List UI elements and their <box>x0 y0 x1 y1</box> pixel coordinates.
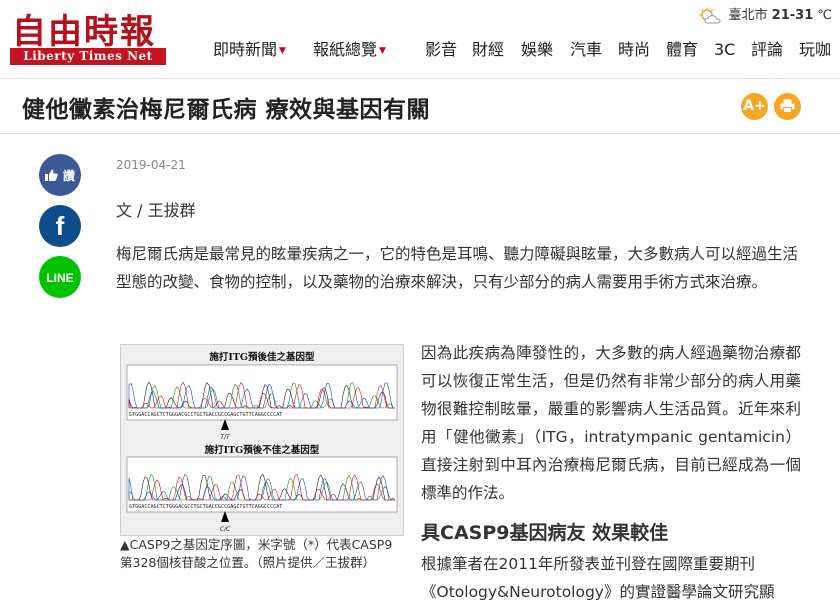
article-title: 健他黴素治梅尼爾氏病 療效與基因有關 <box>22 97 431 123</box>
weather-widget[interactable]: 臺北市 21-31 ℃ <box>698 4 832 25</box>
site-header: 自由時報 Liberty Times Net 即時新聞 ▼ 報紙總覽 ▼ 影音 財經… <box>0 0 840 79</box>
facebook-icon: f <box>55 211 65 241</box>
font-size-label: A+ <box>743 98 766 114</box>
weather-city: 臺北市 <box>728 8 768 23</box>
nav-item-finance[interactable]: 財經 <box>472 38 504 62</box>
like-label: 讚 <box>63 169 76 183</box>
article-figure: 施打ITG預後佳之基因型 GTGGACCAGCTCTGGGACGCCTGCTGA… <box>116 340 406 592</box>
nav-item-video[interactable]: 影音 <box>425 38 457 62</box>
thumbs-up-icon <box>44 169 58 181</box>
weather-unit: ℃ <box>817 8 832 23</box>
facebook-like-button[interactable]: 讚 <box>39 154 81 196</box>
figure-caption: ▲CASP9之基因定序圖，米字號（*）代表CASP9第328個核苷酸之位置。（照… <box>120 537 393 570</box>
sequence-bottom: GTGGACCAGCTCTGGGACGCCTGCTGACCGCCGAGCTGTT… <box>129 504 282 510</box>
genotype-mark-bottom: C/C <box>220 526 231 533</box>
arrow-icon <box>221 511 229 522</box>
sequence-top: GTGGACCAGCTCTGGGACGCCTGCTGACCGCCGAGCTGTT… <box>129 412 282 418</box>
line-icon: LINE <box>46 271 74 285</box>
chromatogram-label-top: 施打ITG預後佳之基因型 <box>209 351 315 363</box>
nav-item-realtime[interactable]: 即時新聞 ▼ <box>213 38 286 63</box>
logo-english: Liberty Times Net <box>10 48 166 65</box>
nav-item-entertainment[interactable]: 娛樂 <box>521 38 553 62</box>
nav-item-fashion[interactable]: 時尚 <box>618 38 650 62</box>
line-share-button[interactable]: LINE <box>39 256 81 298</box>
nav-item-opinion[interactable]: 評論 <box>751 38 783 62</box>
site-logo[interactable]: 自由時報 Liberty Times Net <box>10 4 168 66</box>
article-subheading: 具CASP9基因病友 效果較佳 <box>421 522 669 544</box>
gene-sequencing-image[interactable]: 施打ITG預後佳之基因型 GTGGACCAGCTCTGGGACGCCTGCTGA… <box>120 344 404 536</box>
chromatogram-label-bottom: 施打ITG預後不佳之基因型 <box>205 444 320 456</box>
nav-item-playing[interactable]: 玩咖 <box>799 38 831 62</box>
weather-temp: 21-31 <box>771 8 814 23</box>
printer-icon <box>780 99 795 113</box>
article-paragraph: 因為此疾病為陣發性的，大多數的病人經過藥物治療都可以恢復正常生活，但是仍然有非常… <box>421 344 801 502</box>
partly-sunny-icon <box>699 7 721 23</box>
nav-item-newspaper[interactable]: 報紙總覽 ▼ <box>313 38 386 63</box>
font-size-button[interactable]: A+ <box>741 93 768 120</box>
nav-item-sports[interactable]: 體育 <box>666 38 698 62</box>
dropdown-arrow-icon: ▼ <box>379 45 386 56</box>
nav-item-3c[interactable]: 3C <box>714 38 735 62</box>
article-paragraph: 梅尼爾氏病是最常見的眩暈疾病之一，它的特色是耳鳴、聽力障礙與眩暈，大多數病人可以… <box>116 245 799 291</box>
article-author: 文 / 王拔群 <box>116 201 196 220</box>
dropdown-arrow-icon: ▼ <box>279 45 286 56</box>
genotype-mark-top: T/T <box>220 434 231 441</box>
print-button[interactable] <box>774 93 801 120</box>
sequence-chromatogram: 施打ITG預後佳之基因型 GTGGACCAGCTCTGGGACGCCTGCTGA… <box>126 351 398 533</box>
article-paragraph: 根據筆者在2011年所發表並刊登在國際重要期刊《Otology&Neurotol… <box>421 555 775 601</box>
arrow-icon <box>221 419 229 430</box>
article-date: 2019-04-21 <box>116 158 186 172</box>
logo-chinese: 自由時報 <box>12 12 156 52</box>
nav-item-auto[interactable]: 汽車 <box>570 38 602 62</box>
facebook-share-button[interactable]: f <box>39 205 81 247</box>
